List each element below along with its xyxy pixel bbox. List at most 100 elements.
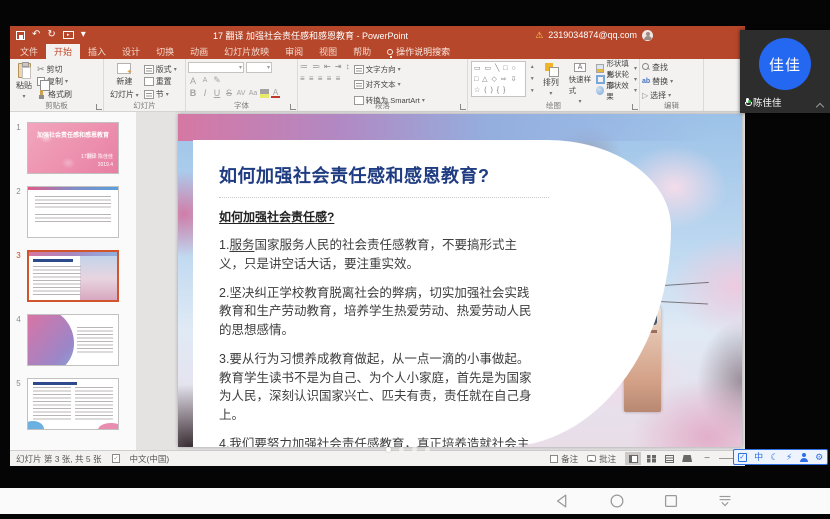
video-call-widget[interactable]: 佳佳 陈佳佳 [740, 30, 830, 113]
slide-title: 如何加强社会责任感和感恩教育? [219, 162, 671, 188]
text-highlight-color-icon[interactable] [260, 89, 269, 98]
paragraph-dialog-launcher[interactable] [460, 104, 466, 110]
select-icon: ▷ [642, 91, 648, 100]
font-dialog-launcher[interactable] [290, 104, 296, 110]
section-icon [144, 90, 154, 99]
tab-help[interactable]: 帮助 [345, 44, 379, 59]
replace-button[interactable]: ab替换▾ [642, 75, 701, 87]
save-icon[interactable] [16, 31, 25, 40]
quick-styles-button[interactable]: A 快速样式 ▾ [566, 61, 595, 102]
copy-button[interactable]: 复制▾ [37, 76, 72, 88]
hide-keyboard-icon [716, 492, 734, 510]
hide-keyboard-button[interactable] [715, 491, 735, 511]
tab-home[interactable]: 开始 [46, 44, 80, 59]
cut-button[interactable]: ✂剪切 [37, 63, 72, 75]
thumbnail-slide-2[interactable]: 2 [10, 186, 136, 238]
clear-formatting-button[interactable]: ✎ [212, 75, 222, 86]
view-slideshow-button[interactable] [679, 452, 695, 465]
find-button[interactable]: 查找 [642, 61, 701, 73]
tab-insert[interactable]: 插入 [80, 44, 114, 59]
thumbnail-slide-3-selected[interactable]: 3 [10, 250, 136, 302]
redo-icon[interactable]: ↻ [47, 30, 55, 40]
tab-view[interactable]: 视图 [311, 44, 345, 59]
shrink-font-button[interactable]: A [200, 77, 210, 84]
shapes-scroll-up-icon[interactable]: ▲ [530, 64, 535, 70]
text-direction-button[interactable]: 文字方向▾ [354, 64, 425, 75]
slide-text-card[interactable]: 如何加强社会责任感和感恩教育? 如何加强社会责任感? 1.服务国家服务人民的社会… [193, 140, 671, 447]
undo-icon[interactable]: ↶ [32, 30, 40, 40]
drawing-dialog-launcher[interactable] [632, 104, 638, 110]
tab-review[interactable]: 审阅 [277, 44, 311, 59]
reset-button[interactable]: 重置 [144, 76, 177, 88]
underline-button[interactable]: U [212, 88, 222, 98]
zoom-out-button[interactable]: − [704, 453, 710, 464]
shapes-more-icon[interactable]: ▼ [530, 88, 535, 94]
night-mode-icon[interactable]: ☾ [771, 453, 779, 462]
slide-paragraph-4: 4.我们要努力加强社会责任感教育，真正培养造就社会主义合格的建设者和可靠的接班人… [219, 435, 541, 447]
align-text-button[interactable]: 对齐文本▾ [354, 79, 425, 90]
strikethrough-button[interactable]: S [224, 88, 234, 98]
numbering-icon[interactable]: ≕ [312, 62, 321, 71]
format-painter-button[interactable]: 格式刷 [37, 88, 72, 100]
home-button[interactable] [607, 491, 627, 511]
account-avatar[interactable] [642, 30, 653, 41]
slide-editor-area[interactable]: 如何加强社会责任感和感恩教育? 如何加强社会责任感? 1.服务国家服务人民的社会… [136, 112, 745, 450]
tab-design[interactable]: 设计 [114, 44, 148, 59]
grow-font-button[interactable]: A [188, 76, 198, 86]
layout-button[interactable]: 版式▾ [144, 63, 177, 75]
pointer-check-icon[interactable]: ✓ [738, 453, 747, 462]
font-name-combobox[interactable]: ▾ [188, 62, 244, 73]
section-button[interactable]: 节▾ [144, 88, 177, 100]
tab-animations[interactable]: 动画 [182, 44, 216, 59]
notes-toggle[interactable]: 备注 [550, 453, 578, 465]
thumbnail-slide-5[interactable]: 5 [10, 378, 136, 430]
slideshow-view-icon [682, 455, 692, 462]
thumbnail-slide-4[interactable]: 4 [10, 314, 136, 366]
comments-toggle[interactable]: 批注 [587, 453, 616, 465]
font-size-combobox[interactable]: ▾ [246, 62, 272, 73]
bold-button[interactable]: B [188, 88, 198, 98]
tell-me-search[interactable]: 操作说明搜索 [379, 44, 458, 59]
user-icon[interactable] [800, 453, 808, 462]
arrange-button[interactable]: 排列 ▾ [538, 61, 563, 102]
bullets-icon[interactable]: ≔ [300, 62, 309, 71]
view-normal-button[interactable] [625, 452, 641, 465]
language-indicator[interactable]: 中文(中国) [130, 453, 170, 465]
lightbulb-icon [387, 49, 393, 55]
thumbnail-slide-1[interactable]: 1 加强社会责任感和感恩教育 17翻译 陈佳佳 2019.4 [10, 122, 136, 174]
recents-button[interactable] [661, 491, 681, 511]
change-case-button[interactable]: Aa [248, 90, 258, 97]
tab-file[interactable]: 文件 [12, 44, 46, 59]
tab-slideshow[interactable]: 幻灯片放映 [216, 44, 277, 59]
account-email[interactable]: 2319034874@qq.com [548, 30, 637, 40]
tab-transitions[interactable]: 切换 [148, 44, 182, 59]
current-slide-canvas[interactable]: 如何加强社会责任感和感恩教育? 如何加强社会责任感? 1.服务国家服务人民的社会… [178, 114, 742, 447]
paste-button[interactable]: 粘贴 ▾ [13, 61, 35, 102]
group-clipboard: 粘贴 ▾ ✂剪切 复制▾ 格式刷 剪贴板 [10, 59, 104, 111]
indent-icons[interactable]: ⇤ ⇥ [324, 62, 343, 71]
slide-paragraph-3: 3.要从行为习惯养成教育做起，从一点一滴的小事做起。教育学生读书不是为自己、为个… [219, 350, 541, 425]
spellcheck-icon[interactable] [112, 454, 120, 463]
shapes-gallery[interactable]: ▭ ▭ ╲ □ ○ □ △ ◇ ⇨ ⇩ ☆ ( ) { } [471, 61, 526, 97]
widget-collapse-icon[interactable] [816, 103, 824, 111]
clipboard-dialog-launcher[interactable] [96, 104, 102, 110]
titlebar: ↶ ↻ ▸ ▾ 17 翻译 加强社会责任感和感恩教育 - PowerPoint … [10, 26, 745, 44]
shape-fill-icon [596, 64, 604, 73]
format-painter-icon [37, 90, 46, 99]
view-reading-button[interactable] [661, 452, 677, 465]
android-navbar [0, 488, 830, 514]
view-sorter-button[interactable] [643, 452, 659, 465]
start-slideshow-icon[interactable]: ▸ [63, 31, 74, 39]
boost-icon[interactable]: ⚡ [786, 453, 792, 462]
character-spacing-button[interactable]: AV [236, 90, 246, 97]
new-slide-button[interactable]: 新建 幻灯片 ▾ [107, 61, 142, 102]
ime-chinese-icon[interactable]: 中 [754, 453, 763, 462]
shapes-scroll-down-icon[interactable]: ▼ [530, 76, 535, 82]
italic-button[interactable]: I [200, 88, 210, 98]
line-spacing-icon[interactable]: ↕ [346, 62, 351, 71]
alignment-icons[interactable]: ≡ ≡ ≡ ≡ ≡ [300, 74, 341, 83]
font-color-icon[interactable]: A [271, 89, 280, 98]
settings-gear-icon[interactable]: ⚙ [815, 453, 823, 462]
shape-effects-button[interactable]: 形状效果▾ [596, 85, 637, 96]
back-button[interactable] [553, 491, 573, 511]
